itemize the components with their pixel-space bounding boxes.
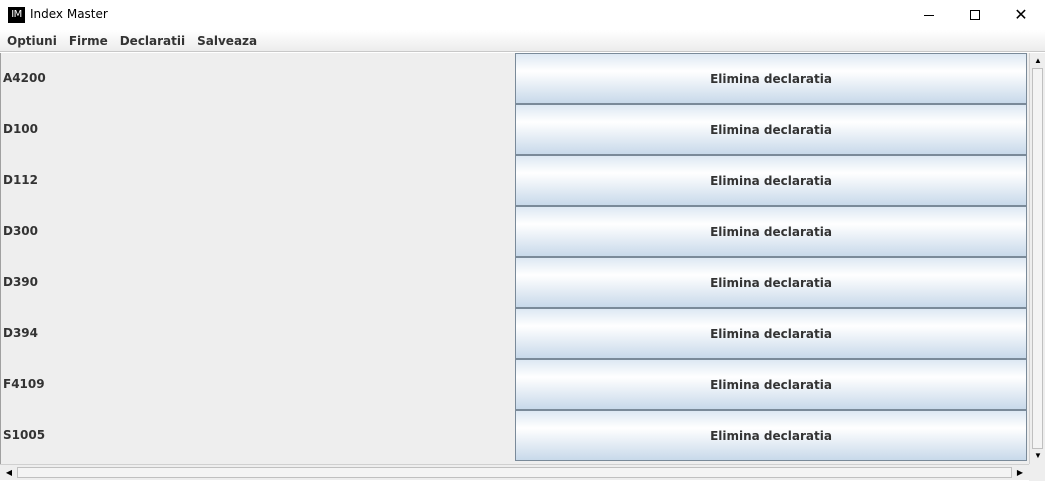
declaration-code: F4109 [3,377,45,391]
maximize-icon [970,10,980,20]
declaration-row: D390 Elimina declaratia [1,257,1029,308]
minimize-icon [924,14,934,16]
declaration-code: D100 [3,122,39,136]
horizontal-scrollbar[interactable]: ◀ ▶ [0,464,1029,480]
scroll-up-arrow-icon[interactable]: ▲ [1033,56,1043,66]
remove-declaration-button[interactable]: Elimina declaratia [515,53,1027,104]
remove-declaration-button[interactable]: Elimina declaratia [515,257,1027,308]
declaration-row: D394 Elimina declaratia [1,308,1029,359]
declaration-code: D394 [3,326,39,340]
declaration-code: D300 [3,224,39,238]
remove-declaration-button[interactable]: Elimina declaratia [515,359,1027,410]
scroll-right-arrow-icon[interactable]: ▶ [1015,468,1025,478]
menu-firme[interactable]: Firme [63,30,114,52]
vertical-scroll-thumb[interactable] [1032,68,1043,449]
remove-declaration-button[interactable]: Elimina declaratia [515,104,1027,155]
declaration-row: A4200 Elimina declaratia [1,53,1029,104]
declaration-row: D112 Elimina declaratia [1,155,1029,206]
declarations-list: A4200 Elimina declaratia D100 Elimina de… [0,53,1029,464]
menu-bar: Optiuni Firme Declaratii Salveaza [0,30,1045,52]
menu-declaratii[interactable]: Declaratii [114,30,191,52]
close-icon: ✕ [1014,5,1028,24]
close-button[interactable]: ✕ [998,0,1044,30]
menu-salveaza[interactable]: Salveaza [191,30,263,52]
declaration-row: D300 Elimina declaratia [1,206,1029,257]
declaration-row: F4109 Elimina declaratia [1,359,1029,410]
declaration-code: S1005 [3,428,46,442]
remove-declaration-button[interactable]: Elimina declaratia [515,155,1027,206]
menu-optiuni[interactable]: Optiuni [0,30,63,52]
scrollbar-corner [1029,464,1045,481]
app-logo-icon: IM [8,7,25,23]
declaration-row: D100 Elimina declaratia [1,104,1029,155]
title-bar: IM Index Master ✕ [0,0,1045,30]
declaration-code: D112 [3,173,39,187]
maximize-button[interactable] [952,0,998,30]
vertical-scrollbar[interactable]: ▲ ▼ [1029,53,1045,464]
window-title: Index Master [30,7,108,21]
remove-declaration-button[interactable]: Elimina declaratia [515,308,1027,359]
minimize-button[interactable] [906,0,952,30]
horizontal-scroll-thumb[interactable] [17,467,1012,478]
scroll-down-arrow-icon[interactable]: ▼ [1033,451,1043,461]
remove-declaration-button[interactable]: Elimina declaratia [515,410,1027,461]
declaration-code: A4200 [3,71,46,85]
declaration-code: D390 [3,275,39,289]
scroll-left-arrow-icon[interactable]: ◀ [4,468,14,478]
remove-declaration-button[interactable]: Elimina declaratia [515,206,1027,257]
declaration-row: S1005 Elimina declaratia [1,410,1029,461]
